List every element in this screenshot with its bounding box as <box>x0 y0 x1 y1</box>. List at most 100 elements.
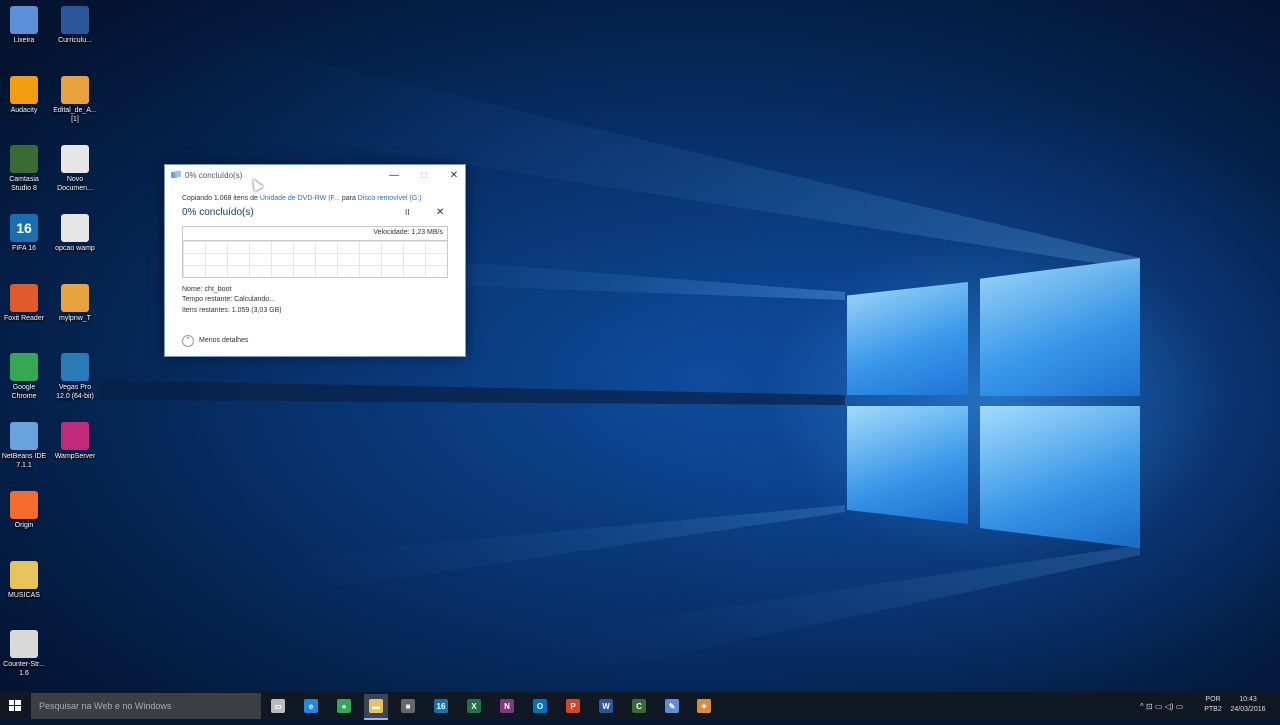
copy-description: Copiando 1.068 itens de Unidade de DVD-R… <box>182 195 422 202</box>
desktop-icon-label: Camtasia Studio 8 <box>9 176 39 192</box>
taskbar-search-box[interactable]: Pesquisar na Web e no Windows <box>31 693 261 719</box>
pdf-icon <box>61 76 89 104</box>
source-link[interactable]: Unidade de DVD-RW (F... <box>260 195 340 202</box>
desktop-icon-label: Edital_de_A... [1] <box>53 107 97 123</box>
copy-middle: para <box>341 195 356 202</box>
search-placeholder: Pesquisar na Web e no Windows <box>39 701 172 711</box>
excel-icon: X <box>467 699 481 713</box>
maximize-button[interactable]: □ <box>414 169 434 183</box>
desktop-icon-label: mylpnw_T <box>59 315 91 322</box>
taskbar-app-button[interactable]: P <box>561 694 585 718</box>
desktop-icon[interactable]: WampServer <box>51 422 99 461</box>
transfer-speed-graph: Velocidade: 1,23 MB/s <box>182 226 448 278</box>
notepad-icon: ✎ <box>665 699 679 713</box>
desktop-icon[interactable]: Lixeira <box>0 6 48 45</box>
keyboard-layout: PTB2 <box>1204 706 1222 713</box>
taskbar-app-button[interactable]: ▬ <box>364 694 388 720</box>
taskbar-app-button[interactable]: W <box>594 694 618 718</box>
speed-graph-grid <box>183 241 447 277</box>
windows-logo-pane-top-left <box>847 282 968 395</box>
desktop-icon[interactable]: Curriculu... <box>51 6 99 45</box>
taskbar-app-button[interactable]: ■ <box>396 694 420 718</box>
desktop-wallpaper: Lixeira Curriculu... Audacity Edital_de_A..… <box>0 0 1280 692</box>
recycle-bin-icon <box>10 6 38 34</box>
camtasia-icon: C <box>632 699 646 713</box>
desktop-icon-label: Counter-Str... 1.6 <box>3 661 45 677</box>
speed-label: Velocidade: 1,23 MB/s <box>373 229 443 236</box>
desktop-icon[interactable]: Google Chrome <box>0 353 48 401</box>
taskbar-app-button[interactable]: ▭ <box>266 694 290 718</box>
paint-icon: ✦ <box>697 699 711 713</box>
minimize-button[interactable]: — <box>384 169 404 183</box>
store-icon: ■ <box>401 699 415 713</box>
desktop-icon-label: Google Chrome <box>11 384 37 400</box>
desktop-icon-label: FIFA 16 <box>11 245 37 252</box>
less-details-label: Menos detalhes <box>199 337 249 344</box>
desktop-icon-label: MUSICAS <box>8 592 40 599</box>
fifa-icon: 16 <box>434 699 448 713</box>
desktop-icon[interactable]: Camtasia Studio 8 <box>0 145 48 193</box>
desktop-icon-label: Novo Documen... <box>57 176 93 192</box>
language-indicator[interactable]: POR PTB2 <box>1200 695 1226 715</box>
text-file-icon <box>61 145 89 173</box>
taskbar-app-button[interactable]: ● <box>332 694 356 718</box>
text-file-icon <box>61 214 89 242</box>
cancel-copy-button[interactable]: ✕ <box>436 207 444 218</box>
netbeans-icon <box>10 422 38 450</box>
taskbar-app-button[interactable]: N <box>495 694 519 718</box>
taskbar-app-button[interactable]: O <box>528 694 552 718</box>
desktop-icon-label: Foxit Reader <box>3 315 45 322</box>
desktop-icon[interactable]: opcao wamp <box>51 214 99 253</box>
desktop-icon-label: Audacity <box>10 107 38 114</box>
windows-logo-pane-top-right <box>980 258 1140 396</box>
file-explorer-icon: ▬ <box>369 699 383 713</box>
desktop-icon[interactable]: Counter-Str... 1.6 <box>0 630 48 678</box>
progress-heading: 0% concluído(s) <box>182 207 254 218</box>
dialog-title-bar[interactable]: 0% concluído(s) — □ ✕ <box>171 169 459 183</box>
windows-logo-pane-bottom-right <box>980 406 1140 548</box>
onenote-icon: N <box>500 699 514 713</box>
close-button[interactable]: ✕ <box>444 169 464 183</box>
progress-bar: Velocidade: 1,23 MB/s <box>183 227 447 241</box>
pause-button[interactable]: II <box>405 208 409 217</box>
desktop-icon[interactable]: Foxit Reader <box>0 284 48 323</box>
desktop-icon-label: WampServer <box>54 453 96 460</box>
chrome-icon <box>10 353 38 381</box>
desktop-icon[interactable]: NetBeans IDE 7.1.1 <box>0 422 48 470</box>
taskbar-app-button[interactable]: 16 <box>429 694 453 718</box>
audacity-icon <box>10 76 38 104</box>
vegas-icon <box>61 353 89 381</box>
system-tray-icons[interactable]: ^ ⊡ ▭ ◁) ▭ <box>1140 692 1183 720</box>
camtasia-icon <box>10 145 38 173</box>
desktop-icon[interactable]: Origin <box>0 491 48 530</box>
taskbar-app-button[interactable]: C <box>627 694 651 718</box>
desktop-icon[interactable]: Vegas Pro 12.0 (64-bit) <box>51 353 99 401</box>
counter-strike-icon <box>10 630 38 658</box>
copy-prefix: Copiando 1.068 itens de <box>182 195 258 202</box>
desktop-icon[interactable]: mylpnw_T <box>51 284 99 323</box>
desktop-icon-label: Lixeira <box>13 37 35 44</box>
desktop-icon-label: Curriculu... <box>58 37 92 44</box>
clock-date: 24/03/2016 <box>1230 706 1266 713</box>
foxit-icon <box>10 284 38 312</box>
desktop-icon[interactable]: Novo Documen... <box>51 145 99 193</box>
word-icon: W <box>599 699 613 713</box>
desktop-icon[interactable]: Audacity <box>0 76 48 115</box>
start-button[interactable] <box>0 692 30 720</box>
origin-icon <box>10 491 38 519</box>
language-code: POR <box>1205 696 1221 703</box>
taskbar-app-button[interactable]: ✎ <box>660 694 684 718</box>
desktop-icon[interactable]: MUSICAS <box>0 561 48 600</box>
desktop-icon[interactable]: Edital_de_A... [1] <box>51 76 99 124</box>
destination-link[interactable]: Disco removível (G:) <box>358 195 422 202</box>
copy-files-icon <box>171 171 181 178</box>
edge-icon: e <box>304 699 318 713</box>
taskbar-app-button[interactable]: e <box>299 694 323 718</box>
dialog-title: 0% concluído(s) <box>185 171 243 180</box>
time-remaining-line: Tempo restante: Calculando... <box>182 296 275 303</box>
desktop-icon[interactable]: 16 FIFA 16 <box>0 214 48 253</box>
taskbar-app-button[interactable]: ✦ <box>692 694 716 718</box>
clock[interactable]: 10:43 24/03/2016 <box>1228 695 1268 715</box>
taskbar-app-button[interactable]: X <box>462 694 486 718</box>
chrome-icon: ● <box>337 699 351 713</box>
